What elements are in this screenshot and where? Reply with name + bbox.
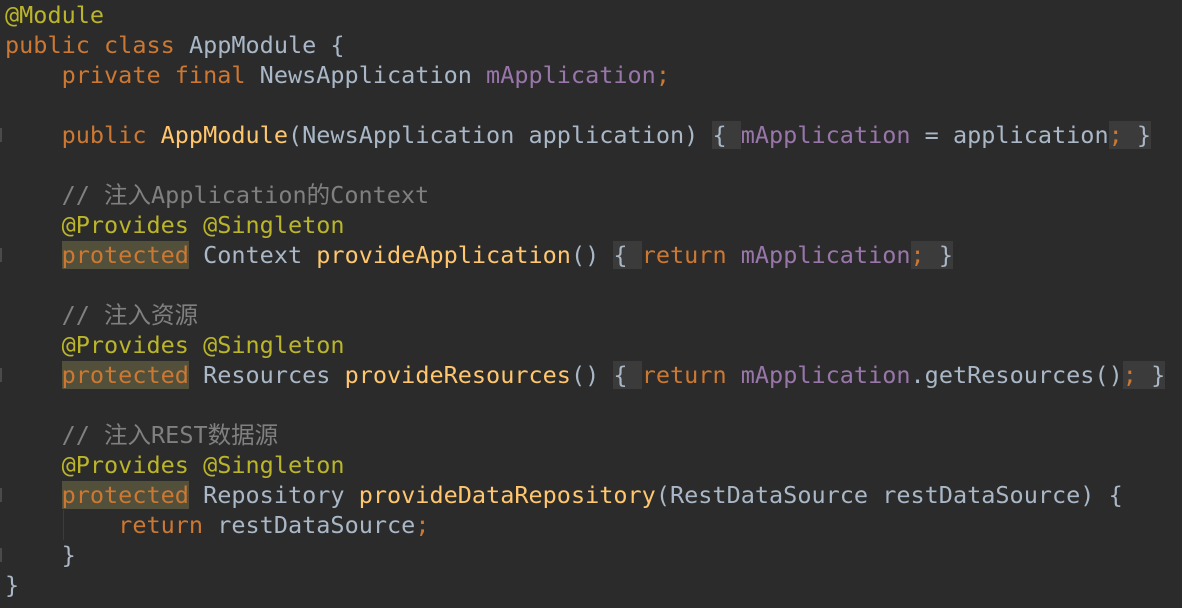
code-token-plain: restDataSource <box>217 511 416 539</box>
code-token-annotation: @Provides @Singleton <box>5 451 345 479</box>
code-token-field: mApplication <box>740 361 911 389</box>
fold-marker-method-end[interactable] <box>0 548 2 562</box>
code-token-comment: // 注入REST数据源 <box>5 421 279 449</box>
code-token-plain: { <box>613 361 642 389</box>
code-token-plain: Context <box>188 241 317 269</box>
code-token-plain: () <box>570 241 614 269</box>
fold-marker-provide-resources[interactable] <box>0 368 2 382</box>
code-token-plain: = application <box>910 121 1109 149</box>
code-token-plain: Resources <box>188 361 345 389</box>
code-token-field: mApplication <box>486 61 656 89</box>
code-token-keyword: ; <box>1108 121 1123 149</box>
code-editor[interactable]: @Module public class AppModule { private … <box>0 0 1182 608</box>
code-token-annotation: @Provides @Singleton <box>5 211 345 239</box>
code-token-method: AppModule <box>160 121 288 149</box>
code-token-method: provideDataRepository <box>358 481 656 509</box>
code-token-plain: { <box>712 121 741 149</box>
code-token-method: provideApplication <box>316 241 571 269</box>
code-line[interactable]: @Provides @Singleton <box>5 330 345 360</box>
code-token-keyword: public <box>5 121 161 149</box>
code-token-plain: (NewsApplication application) <box>287 121 713 149</box>
fold-marker-provide-repository[interactable] <box>0 488 2 502</box>
code-token-plain: () <box>570 361 614 389</box>
code-line[interactable]: // 注入REST数据源 <box>5 420 279 450</box>
code-token-keyword: ; <box>910 241 925 269</box>
code-token-plain: } <box>5 541 76 569</box>
code-token-keyword: ; <box>415 511 430 539</box>
code-token-comment: // 注入Application的Context <box>5 181 430 209</box>
code-token-keyword: public class <box>5 31 189 59</box>
code-token-keyword: return <box>641 361 741 389</box>
code-token-keyword: return <box>5 511 218 539</box>
code-line[interactable]: return restDataSource; <box>5 510 429 540</box>
code-token-keyword: ; <box>1122 361 1137 389</box>
code-token-plain: .getResources() <box>910 361 1123 389</box>
code-token-plain: NewsApplication <box>259 61 487 89</box>
code-token-plain: } <box>5 571 20 599</box>
code-line[interactable]: protected Context provideApplication() {… <box>5 240 953 270</box>
code-line[interactable]: // 注入资源 <box>5 300 198 330</box>
code-line[interactable]: } <box>5 540 76 570</box>
indent-guide <box>63 510 64 540</box>
code-token-plain: Repository <box>188 481 359 509</box>
fold-marker-constructor[interactable] <box>0 128 2 142</box>
fold-marker-provide-application[interactable] <box>0 248 2 262</box>
code-line[interactable]: } <box>5 570 19 600</box>
code-line[interactable]: protected Repository provideDataReposito… <box>5 480 1123 510</box>
code-token-method: provideResources <box>344 361 571 389</box>
code-line[interactable]: public AppModule(NewsApplication applica… <box>5 120 1152 150</box>
code-token-field: mApplication <box>740 121 911 149</box>
code-token-keyword: protected <box>61 241 189 269</box>
code-line[interactable]: @Module <box>5 0 104 30</box>
code-line[interactable]: @Provides @Singleton <box>5 450 345 480</box>
code-line[interactable]: private final NewsApplication mApplicati… <box>5 60 670 90</box>
code-token-plain: (RestDataSource restDataSource) { <box>655 481 1123 509</box>
code-line[interactable]: // 注入Application的Context <box>5 180 430 210</box>
code-token-plain: AppModule { <box>188 31 345 59</box>
code-token-keyword: private final <box>5 61 260 89</box>
code-token-annotation: @Module <box>5 1 105 29</box>
code-token-field: mApplication <box>740 241 911 269</box>
code-line[interactable]: @Provides @Singleton <box>5 210 345 240</box>
code-token-plain: { <box>613 241 642 269</box>
code-token-comment: // 注入资源 <box>5 301 199 329</box>
code-token-keyword: return <box>641 241 741 269</box>
code-token-plain: } <box>1122 121 1152 149</box>
code-token-keyword: protected <box>61 481 189 509</box>
code-line[interactable]: public class AppModule { <box>5 30 345 60</box>
code-token-annotation: @Provides @Singleton <box>5 331 345 359</box>
code-token-keyword: ; <box>655 61 670 89</box>
code-token-plain: } <box>924 241 953 269</box>
code-token-plain: } <box>1136 361 1166 389</box>
code-token-keyword: protected <box>61 361 189 389</box>
code-line[interactable]: protected Resources provideResources() {… <box>5 360 1166 390</box>
